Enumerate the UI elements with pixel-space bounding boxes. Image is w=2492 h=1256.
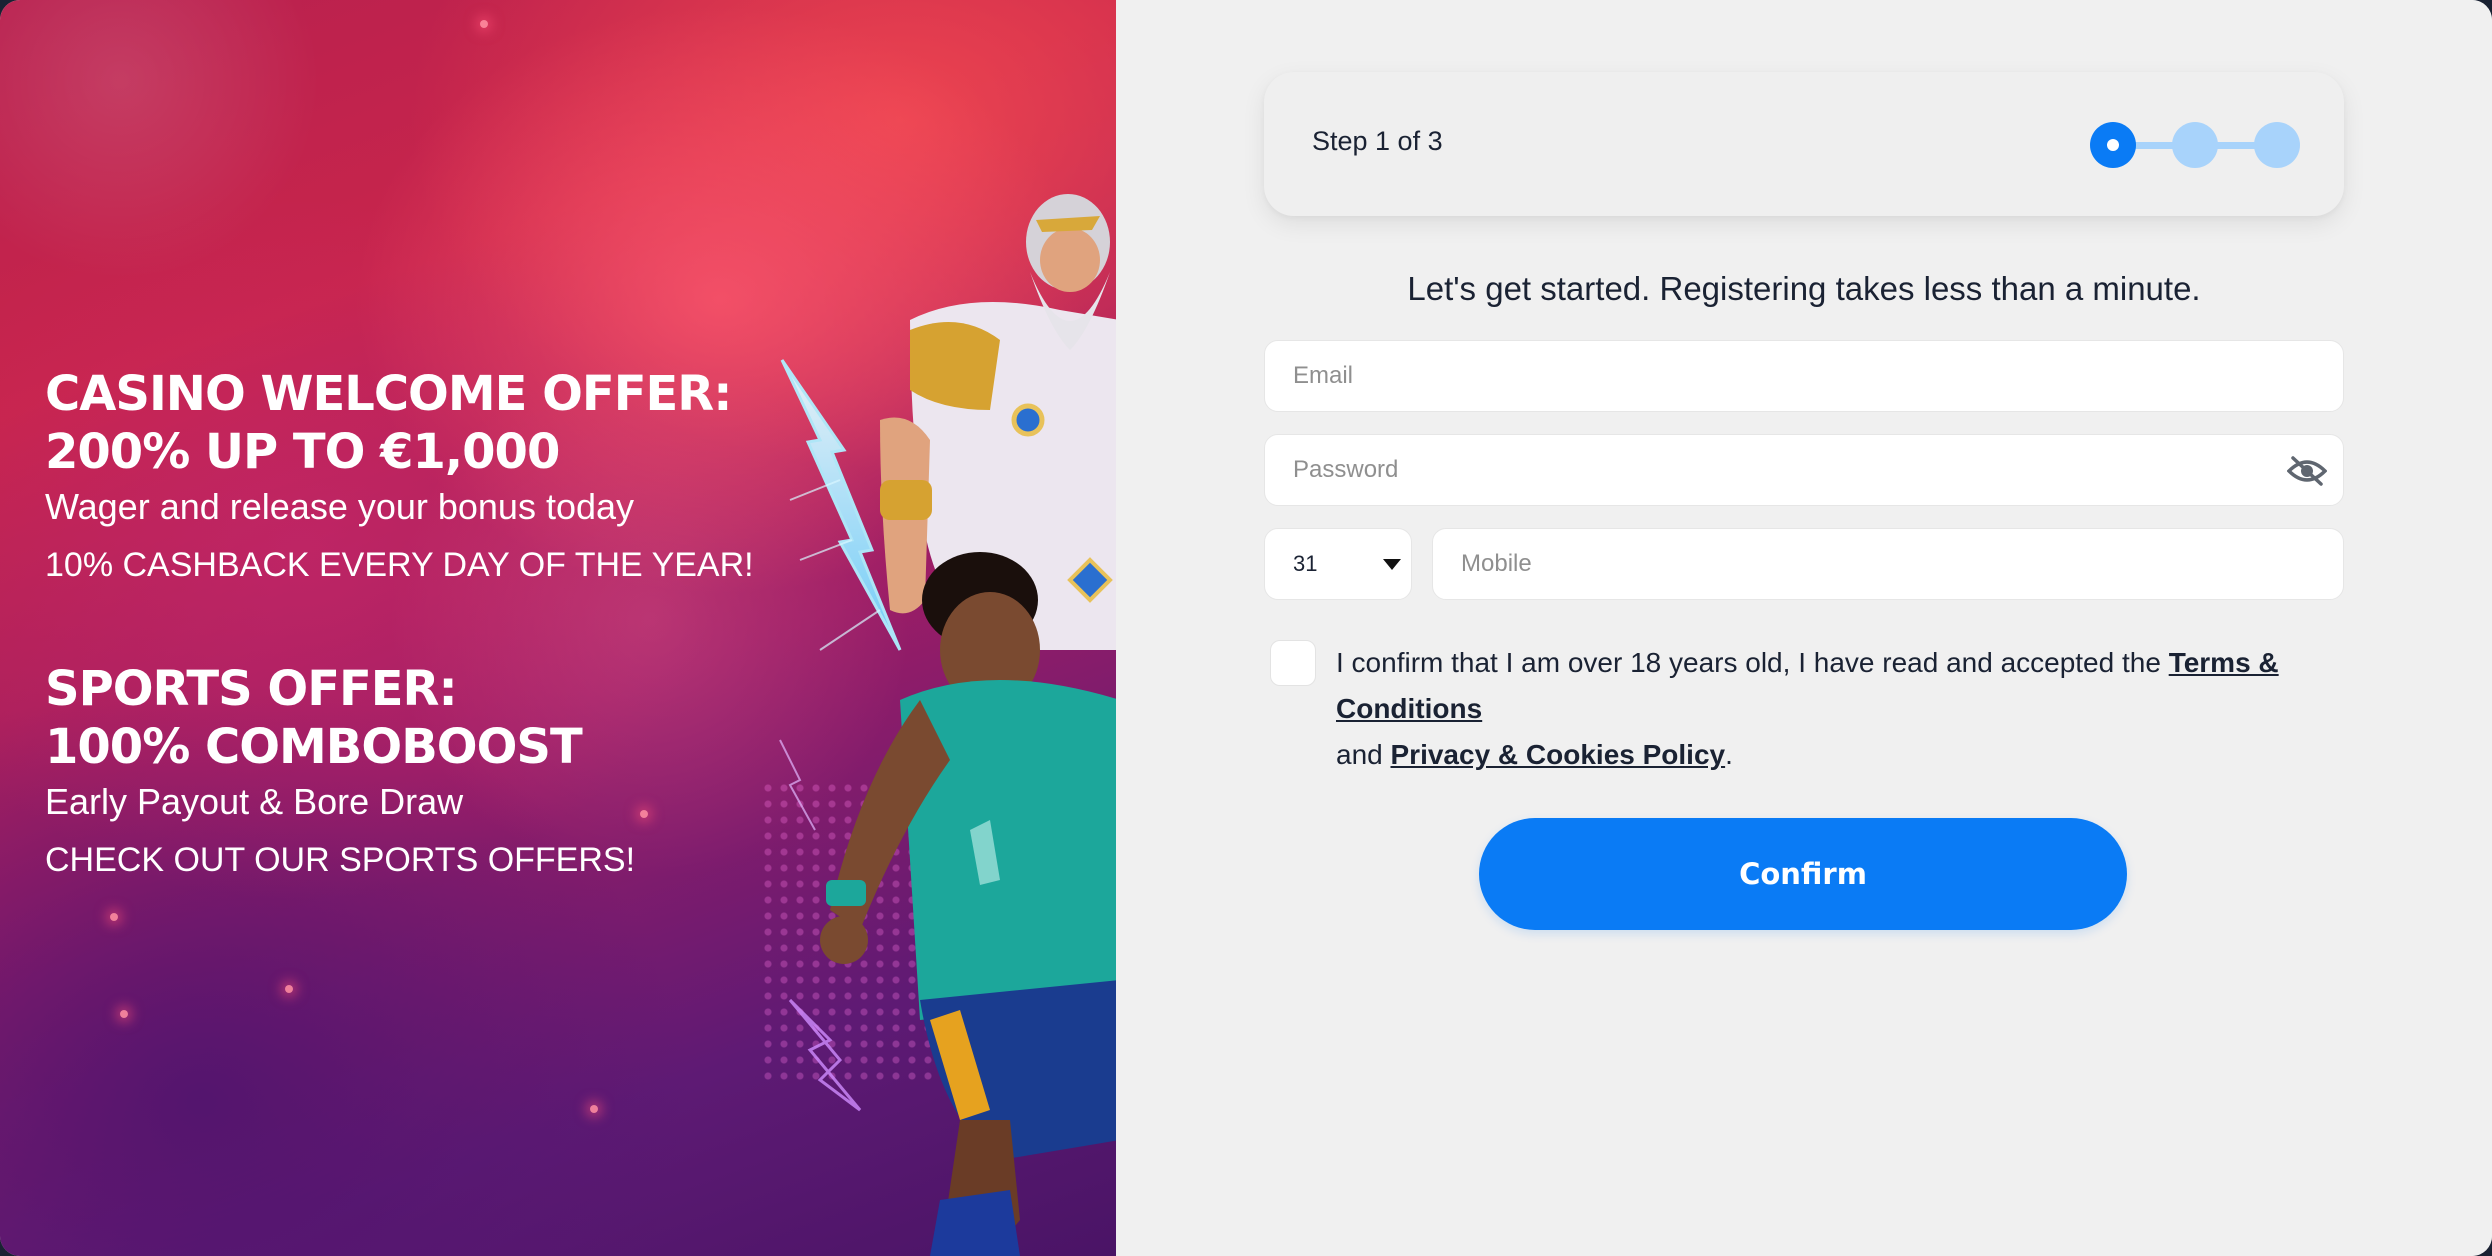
caret-down-icon — [1383, 559, 1401, 570]
step-label: Step 1 of 3 — [1312, 126, 1443, 156]
sparkle — [640, 810, 648, 818]
sports-offers-link-text: CHECK OUT OUR SPORTS OFFERS! — [45, 841, 636, 879]
consent-text-part1: I confirm that I am over 18 years old, I… — [1336, 647, 2169, 678]
casino-offer-title: CASINO WELCOME OFFER: 200% UP TO €1,000 — [45, 365, 754, 481]
country-code-select[interactable]: 31 — [1264, 528, 1412, 600]
sports-offer-subtitle: Early Payout & Bore Draw — [45, 781, 464, 822]
promo-panel: CASINO WELCOME OFFER: 200% UP TO €1,000 … — [0, 0, 1116, 1256]
sparkle — [285, 985, 293, 993]
consent-text-part3: . — [1725, 739, 1733, 770]
casino-offer-block: CASINO WELCOME OFFER: 200% UP TO €1,000 … — [45, 365, 754, 587]
step-dot-2 — [2172, 122, 2218, 168]
mobile-field — [1432, 528, 2344, 600]
casino-offer-title-line1: CASINO WELCOME OFFER: — [45, 366, 732, 422]
casino-cashback-text: 10% CASHBACK EVERY DAY OF THE YEAR! — [45, 546, 754, 584]
step-indicator-card: Step 1 of 3 — [1264, 72, 2344, 216]
sports-offer-block: SPORTS OFFER: 100% COMBOBOOST Early Payo… — [45, 660, 635, 882]
sports-offer-title-line2: 100% COMBOBOOST — [45, 719, 583, 775]
country-code-value: 31 — [1293, 551, 1318, 576]
password-field — [1264, 434, 2344, 506]
casino-offer-title-line2: 200% UP TO €1,000 — [45, 424, 560, 480]
sparkle — [120, 1010, 128, 1018]
consent-text-part2: and — [1336, 739, 1391, 770]
consent-text: I confirm that I am over 18 years old, I… — [1336, 640, 2356, 778]
registration-form-panel: Step 1 of 3 Let's get started. Registeri… — [1116, 0, 2492, 1256]
sports-offer-title-line1: SPORTS OFFER: — [45, 661, 458, 717]
age-terms-checkbox[interactable] — [1270, 640, 1316, 686]
eye-slash-icon — [2287, 456, 2327, 486]
email-input[interactable] — [1265, 341, 2343, 411]
sparkle — [590, 1105, 598, 1113]
step-progress — [2090, 122, 2300, 168]
sports-offer-title: SPORTS OFFER: 100% COMBOBOOST — [45, 660, 635, 776]
step-dot-1 — [2090, 122, 2136, 168]
promo-characters-illustration — [779, 194, 1116, 1256]
toggle-password-visibility-button[interactable] — [2287, 451, 2327, 491]
sparkle — [110, 913, 118, 921]
form-intro-text: Let's get started. Registering takes les… — [1407, 270, 2201, 307]
registration-modal: CASINO WELCOME OFFER: 200% UP TO €1,000 … — [0, 0, 2492, 1256]
privacy-cookies-policy-link[interactable]: Privacy & Cookies Policy — [1391, 739, 1726, 770]
mobile-input[interactable] — [1433, 529, 2343, 599]
password-input[interactable] — [1265, 435, 2343, 505]
step-dot-3 — [2254, 122, 2300, 168]
casino-offer-subtitle: Wager and release your bonus today — [45, 486, 635, 527]
confirm-button[interactable]: Confirm — [1479, 818, 2127, 930]
email-field — [1264, 340, 2344, 412]
sparkle — [480, 20, 488, 28]
